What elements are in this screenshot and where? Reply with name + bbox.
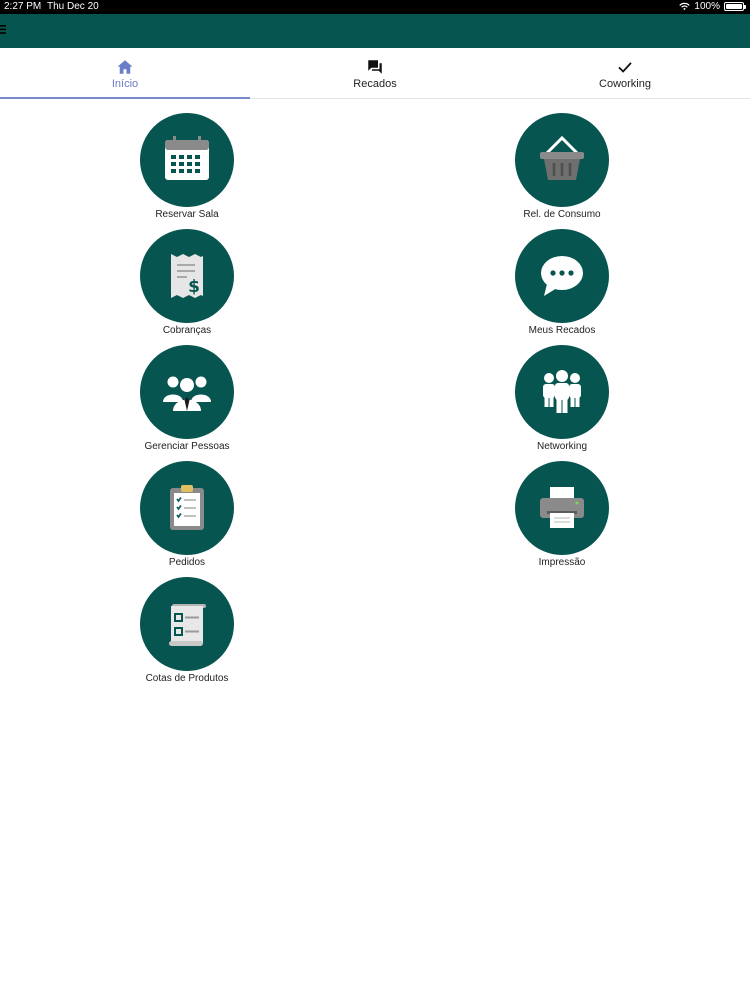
battery-icon — [724, 2, 746, 11]
tile-circle — [515, 229, 609, 323]
tile-impressao[interactable]: Impressão — [482, 461, 642, 568]
battery-percent: 100% — [694, 1, 720, 12]
tile-networking[interactable]: Networking — [482, 345, 642, 452]
tab-bar: Início Recados Coworking — [0, 48, 750, 99]
tile-circle: $ — [140, 229, 234, 323]
tab-label: Início — [111, 78, 139, 90]
tile-label: Networking — [536, 441, 588, 452]
status-time: 2:27 PM — [4, 1, 42, 12]
tile-reservar-sala[interactable]: Reservar Sala — [107, 113, 267, 220]
speech-bubble-icon — [541, 256, 583, 296]
tab-coworking[interactable]: Coworking — [500, 48, 750, 98]
calendar-icon — [165, 136, 209, 180]
tile-circle — [515, 345, 609, 439]
tile-gerenciar-pessoas[interactable]: Gerenciar Pessoas — [107, 345, 267, 452]
tile-label: Reservar Sala — [155, 209, 219, 220]
tile-cobrancas[interactable]: $ Cobranças — [107, 229, 267, 336]
people-group-icon — [163, 376, 211, 411]
tile-circle — [140, 461, 234, 555]
tile-label: Impressão — [538, 557, 586, 568]
tile-circle — [140, 345, 234, 439]
networking-people-icon — [543, 370, 581, 413]
printer-icon — [540, 487, 584, 528]
product-quota-list-icon — [169, 604, 206, 646]
status-right: 100% — [679, 1, 746, 12]
status-bar: 2:27 PM Thu Dec 20 100% — [0, 0, 750, 14]
app-header — [0, 14, 750, 48]
check-icon — [618, 62, 632, 73]
tile-circle — [515, 113, 609, 207]
tile-cotas-produtos[interactable]: Cotas de Produtos — [107, 577, 267, 684]
tile-meus-recados[interactable]: Meus Recados — [482, 229, 642, 336]
chat-icon — [368, 60, 382, 74]
tab-label: Recados — [353, 78, 397, 90]
tile-label: Meus Recados — [528, 325, 596, 336]
tile-label: Cotas de Produtos — [145, 673, 229, 684]
tab-inicio[interactable]: Início — [0, 48, 250, 99]
tile-label: Rel. de Consumo — [523, 209, 601, 220]
home-icon — [117, 60, 133, 74]
basket-icon — [540, 135, 584, 180]
tile-label: Cobranças — [162, 325, 212, 336]
tab-recados[interactable]: Recados — [250, 48, 500, 98]
tab-label: Coworking — [599, 78, 651, 90]
status-date: Thu Dec 20 — [47, 1, 99, 12]
clipboard-checklist-icon — [170, 485, 204, 530]
tile-pedidos[interactable]: Pedidos — [107, 461, 267, 568]
tile-circle — [140, 577, 234, 671]
wifi-icon — [679, 2, 691, 11]
tile-label: Gerenciar Pessoas — [144, 441, 230, 452]
menu-icon[interactable] — [0, 25, 6, 34]
tile-circle — [140, 113, 234, 207]
tile-label: Pedidos — [168, 557, 206, 568]
tile-rel-consumo[interactable]: Rel. de Consumo — [482, 113, 642, 220]
receipt-dollar-icon: $ — [171, 254, 203, 298]
svg-text:$: $ — [188, 277, 200, 297]
tile-circle — [515, 461, 609, 555]
